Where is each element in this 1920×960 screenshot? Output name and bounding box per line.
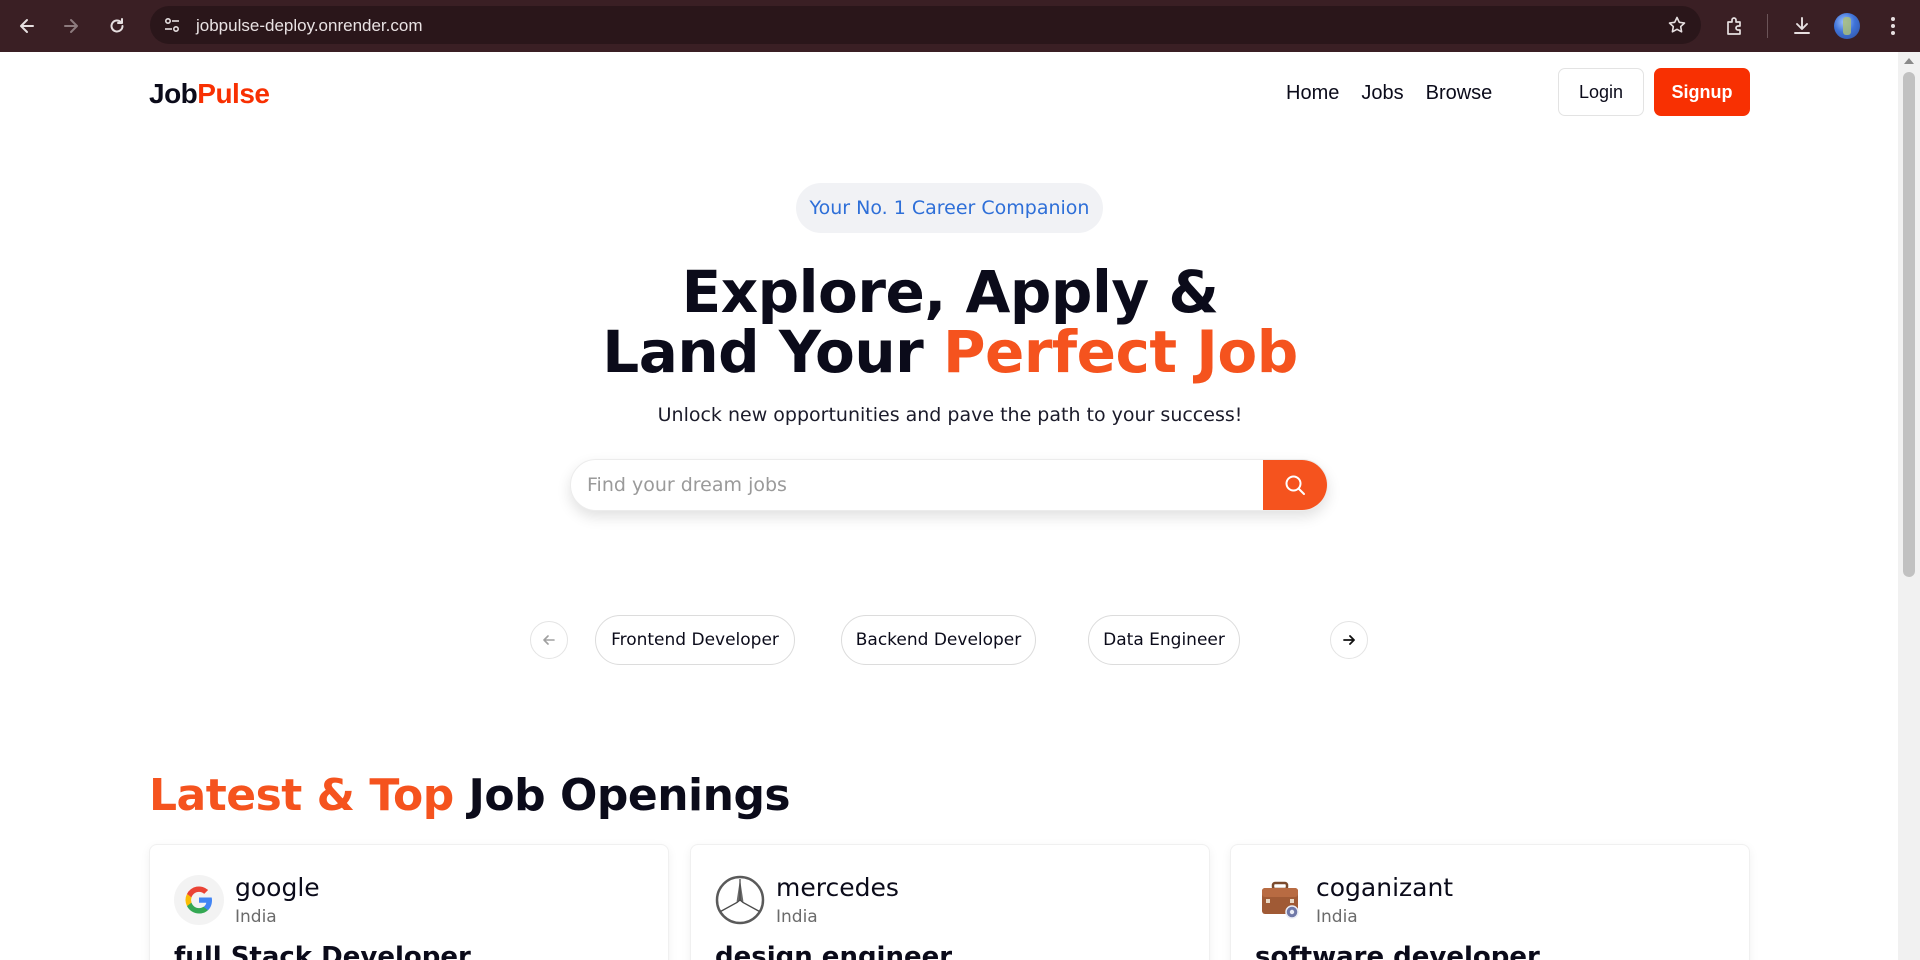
extensions-icon[interactable]	[1722, 13, 1748, 39]
category-chip[interactable]: Frontend Developer	[595, 615, 795, 665]
back-icon[interactable]	[14, 13, 40, 39]
job-card[interactable]: google India full Stack Developer	[149, 844, 669, 960]
carousel-prev-button[interactable]	[530, 621, 568, 659]
hero-title-line1: Explore, Apply &	[681, 258, 1219, 326]
hero-subtitle: Unlock new opportunities and pave the pa…	[657, 404, 1243, 426]
signup-button[interactable]: Signup	[1654, 68, 1750, 116]
job-title: full Stack Developer	[174, 942, 471, 960]
scrollbar-thumb[interactable]	[1903, 72, 1915, 577]
arrow-right-icon	[1343, 635, 1355, 645]
url-text[interactable]: jobpulse-deploy.onrender.com	[196, 16, 423, 36]
forward-icon[interactable]	[58, 13, 84, 39]
section-title-latest-jobs: Latest & Top Job Openings	[149, 770, 791, 821]
logo-text-job: Job	[149, 78, 198, 109]
address-bar[interactable]: jobpulse-deploy.onrender.com	[150, 6, 1701, 44]
search-button[interactable]	[1263, 460, 1327, 510]
google-logo-icon	[174, 875, 224, 925]
bookmark-star-icon[interactable]	[1667, 15, 1687, 35]
hero-title-plain: Land Your	[602, 318, 943, 386]
company-name: mercedes	[776, 873, 899, 902]
category-chip[interactable]: Data Engineer	[1088, 615, 1240, 665]
job-card[interactable]: coganizant India software developer	[1230, 844, 1750, 960]
hero-title: Explore, Apply & Land Your Perfect Job	[560, 262, 1340, 382]
page-scrollbar[interactable]	[1898, 52, 1920, 960]
job-location: India	[776, 907, 818, 927]
profile-avatar[interactable]	[1834, 13, 1860, 39]
job-title: software developer	[1255, 942, 1540, 960]
carousel-next-button[interactable]	[1330, 621, 1368, 659]
category-chip[interactable]: Backend Developer	[841, 615, 1036, 665]
page-viewport: JobPulse Home Jobs Browse Login Signup Y…	[0, 52, 1898, 960]
nav-jobs[interactable]: Jobs	[1361, 82, 1403, 105]
downloads-icon[interactable]	[1789, 13, 1815, 39]
briefcase-icon	[1255, 875, 1305, 925]
hero-title-line2: Land Your Perfect Job	[560, 322, 1340, 382]
job-location: India	[235, 907, 277, 927]
hero-title-accent: Perfect Job	[942, 318, 1298, 386]
scroll-up-arrow-icon[interactable]	[1904, 58, 1914, 64]
menu-kebab-icon[interactable]	[1880, 13, 1906, 39]
hero-badge: Your No. 1 Career Companion	[796, 183, 1103, 233]
site-info-icon[interactable]	[162, 15, 182, 35]
company-name: coganizant	[1316, 873, 1454, 902]
main-nav: Home Jobs Browse	[1286, 82, 1492, 105]
arrow-left-icon	[543, 635, 555, 645]
toolbar-divider	[1767, 14, 1768, 38]
browser-toolbar: jobpulse-deploy.onrender.com	[0, 0, 1920, 52]
mercedes-logo-icon	[715, 875, 765, 925]
job-title: design engineer	[715, 942, 953, 960]
section-title-accent: Latest & Top	[149, 770, 454, 821]
logo-text-pulse: Pulse	[197, 78, 270, 109]
job-search-input[interactable]	[571, 460, 1261, 510]
search-icon	[1285, 475, 1305, 495]
reload-icon[interactable]	[104, 13, 130, 39]
job-search-bar	[570, 459, 1328, 511]
nav-browse[interactable]: Browse	[1426, 82, 1493, 105]
login-button[interactable]: Login	[1558, 68, 1644, 116]
job-card[interactable]: mercedes India design engineer	[690, 844, 1210, 960]
nav-home[interactable]: Home	[1286, 82, 1339, 105]
section-title-plain: Job Openings	[453, 770, 791, 821]
site-logo[interactable]: JobPulse	[149, 78, 270, 110]
company-name: google	[235, 873, 320, 902]
job-location: India	[1316, 907, 1358, 927]
